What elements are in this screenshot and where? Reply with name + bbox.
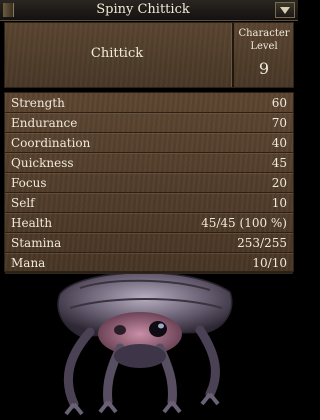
stat-row: Quickness 45 (5, 153, 293, 173)
stat-label: Stamina (11, 236, 62, 250)
stat-value: 60 (271, 96, 287, 110)
stat-label: Coordination (11, 136, 91, 150)
stat-label: Health (11, 216, 53, 230)
stat-value: 45 (271, 156, 287, 170)
stat-label: Self (11, 196, 35, 210)
header-divider (231, 23, 234, 87)
stat-value: 70 (271, 116, 287, 130)
stat-value: 10 (271, 196, 287, 210)
stat-row: Health 45/45 (100 %) (5, 213, 293, 233)
level-label: Character Level (238, 28, 290, 52)
stat-row: Mana 10/10 (5, 253, 293, 273)
stat-row: Self 10 (5, 193, 293, 213)
creature-header: Chittick Character Level 9 (4, 22, 294, 88)
stats-table: Strength 60 Endurance 70 Coordination 40… (4, 92, 294, 273)
appraisal-window: Spiny Chittick Chittick Character Level … (0, 0, 298, 420)
stat-row: Endurance 70 (5, 113, 293, 133)
stat-row: Focus 20 (5, 173, 293, 193)
window-title: Spiny Chittick (96, 2, 190, 17)
stat-row: Coordination 40 (5, 133, 293, 153)
stat-row: Stamina 253/255 (5, 233, 293, 253)
stat-label: Endurance (11, 116, 78, 130)
title-bar-grip[interactable] (3, 3, 14, 17)
stat-value: 253/255 (237, 236, 287, 250)
stat-label: Quickness (11, 156, 74, 170)
title-bar[interactable]: Spiny Chittick (0, 0, 298, 21)
creature-portrait (0, 274, 298, 420)
stat-value: 40 (271, 136, 287, 150)
stat-value: 10/10 (252, 256, 287, 270)
level-value: 9 (258, 59, 270, 78)
stat-value: 20 (271, 176, 287, 190)
stat-label: Focus (11, 176, 47, 190)
chevron-down-icon (280, 7, 290, 14)
stat-label: Mana (11, 256, 46, 270)
stat-row: Strength 60 (5, 93, 293, 113)
creature-type: Chittick (90, 46, 144, 61)
stat-label: Strength (11, 96, 65, 110)
chittick-creature-image (57, 274, 233, 416)
minimize-button[interactable] (275, 2, 295, 18)
stat-value: 45/45 (100 %) (201, 216, 287, 230)
